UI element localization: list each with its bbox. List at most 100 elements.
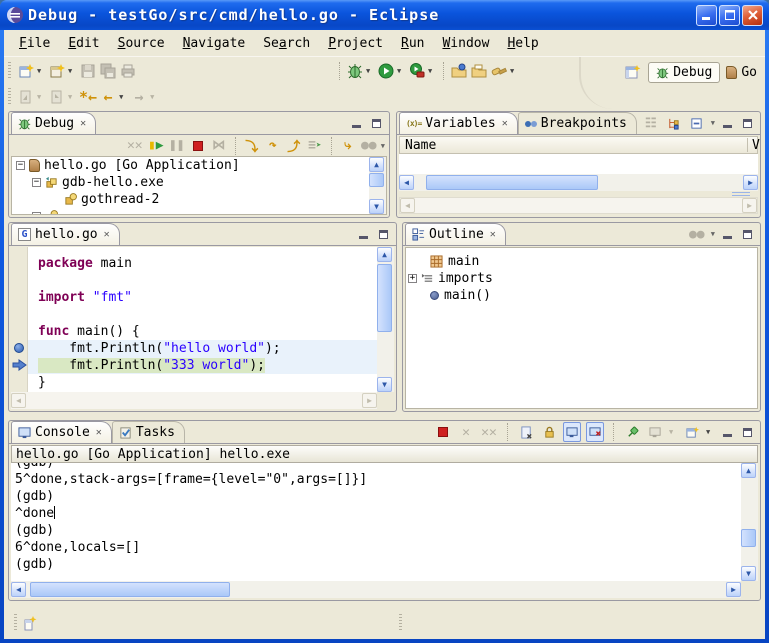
scroll-thumb[interactable] [741,529,756,547]
save-all-button[interactable] [99,61,117,81]
fast-view-launch-icon[interactable] [21,613,39,633]
menu-item-help[interactable]: Help [498,33,547,54]
tree-row-process[interactable]: − gdb-hello.exe [12,174,368,191]
menu-item-source[interactable]: Source [109,33,174,54]
new-wizard-button[interactable] [17,61,35,81]
open-folder-button[interactable] [470,61,488,81]
scroll-right-icon[interactable]: ▶ [743,175,758,190]
minimize-view-button[interactable] [349,116,364,130]
pin-console-button[interactable] [623,422,641,442]
tab-console[interactable]: Console ✕ [11,421,112,443]
close-console-view-icon[interactable]: ✕ [96,427,102,438]
run-dropdown[interactable]: ▼ [397,67,406,75]
console-line[interactable]: (gdb) [11,463,741,471]
minimize-view-button[interactable] [720,425,735,439]
menu-item-window[interactable]: Window [433,33,498,54]
minimize-view-button[interactable] [356,227,371,241]
external-tools-button[interactable] [408,61,426,81]
debug-tree-vscrollbar[interactable]: ▲ ▼ [369,157,386,214]
console-line[interactable]: (gdb) [11,522,741,539]
toolbar-grip[interactable] [8,62,11,80]
menu-item-search[interactable]: Search [254,33,319,54]
outline-item-main-func[interactable]: main() [406,287,757,304]
console-line[interactable]: 5^done,stack-args=[frame={level="0",args… [11,471,741,488]
remove-all-launches-button[interactable]: ✕✕ [480,422,498,442]
run-button[interactable] [377,61,395,81]
code-line[interactable]: fmt.Println("333 world"); [28,357,377,374]
scroll-up-icon[interactable]: ▲ [369,157,384,172]
open-console-button[interactable] [683,422,701,442]
open-resource-button[interactable] [450,61,468,81]
back-button[interactable]: ← [99,87,117,107]
code-editor[interactable]: package main import "fmt" func main() { … [28,247,377,392]
collapse-expander-icon[interactable]: − [32,212,41,214]
step-return-button[interactable]: ⤴ [285,136,303,156]
suspend-button[interactable]: ❚❚ [168,136,186,156]
menu-item-file[interactable]: File [10,33,59,54]
perspective-debug-button[interactable]: Debug [648,62,720,83]
value-column-header[interactable]: V [752,138,760,153]
remove-all-terminated-button[interactable]: ✕✕ [126,136,144,156]
scroll-thumb[interactable] [377,264,392,332]
close-button[interactable] [742,5,763,26]
title-bar[interactable]: Debug - testGo/src/cmd/hello.go - Eclips… [0,0,769,30]
view-menu-chevron[interactable]: ▼ [381,142,385,150]
tab-tasks[interactable]: Tasks [112,421,185,443]
console-vscrollbar[interactable]: ▲ ▼ [741,463,758,581]
view-menu-icon[interactable]: ●● [360,136,378,156]
show-stderr-button[interactable] [586,422,604,442]
debug-dropdown[interactable]: ▼ [366,67,375,75]
scroll-thumb[interactable] [369,173,384,187]
print-button[interactable] [119,61,137,81]
new-wizard-dropdown[interactable]: ▼ [37,67,46,75]
search-dropdown[interactable]: ▼ [510,67,519,75]
drop-to-frame-button[interactable]: ≡➤ [306,136,324,156]
scroll-right-icon[interactable]: ▶ [726,582,741,597]
scroll-thumb[interactable] [30,582,230,597]
code-line[interactable] [28,306,377,323]
console-output[interactable]: (gdb)5^done,stack-args=[frame={level="0"… [11,463,741,581]
code-line[interactable] [28,272,377,289]
variables-column-header[interactable]: Name V [399,136,758,154]
show-stdout-button[interactable] [563,422,581,442]
scroll-up-icon[interactable]: ▲ [741,463,756,478]
variables-detail-hscrollbar[interactable]: ◀ ▶ [399,197,758,214]
variables-table-empty[interactable] [399,154,758,174]
tree-row-thread[interactable]: gothread-2 [12,191,368,208]
editor-hscrollbar[interactable]: ◀ ▶ [11,392,377,409]
code-line[interactable]: import "fmt" [28,289,377,306]
disconnect-button[interactable]: ⋈ [210,136,228,156]
new-go-element-dropdown[interactable]: ▼ [68,67,77,75]
scroll-down-icon[interactable]: ▼ [377,377,392,392]
last-edit-location-button[interactable]: *← [79,87,97,107]
display-selected-console-button[interactable] [646,422,664,442]
scroll-up-icon[interactable]: ▲ [377,247,392,262]
collapse-expander-icon[interactable]: − [16,161,25,170]
view-menu-chevron[interactable]: ▼ [711,230,715,238]
tab-variables[interactable]: (x)= Variables ✕ [399,112,518,134]
console-line[interactable]: ^done [11,505,741,522]
forward-button[interactable]: → [130,87,148,107]
variables-hscrollbar[interactable]: ◀ ▶ [399,174,758,191]
maximize-view-button[interactable] [369,116,384,130]
back-dropdown[interactable]: ▼ [119,93,128,101]
tab-outline[interactable]: Outline ✕ [405,223,506,245]
minimize-view-button[interactable] [720,227,735,241]
tree-row-launch[interactable]: − hello.go [Go Application] [12,157,368,174]
minimize-button[interactable] [696,5,717,26]
close-debug-view-icon[interactable]: ✕ [80,118,86,129]
terminate-console-button[interactable] [434,422,452,442]
maximize-view-button[interactable] [740,227,755,241]
minimize-view-button[interactable] [720,116,735,130]
console-line[interactable]: 6^done,locals=[] [11,539,741,556]
open-console-dropdown[interactable]: ▼ [706,428,715,436]
tab-debug[interactable]: Debug ✕ [11,112,96,134]
maximize-button[interactable] [719,5,740,26]
scroll-lock-button[interactable] [540,422,558,442]
outline-item-imports[interactable]: + imports [406,270,757,287]
use-step-filters-button[interactable]: ⤷ [339,136,357,156]
name-column-header[interactable]: Name [405,138,436,153]
breakpoint-icon[interactable] [14,343,24,353]
view-menu-chevron[interactable]: ▼ [711,119,715,127]
toolbar-grip[interactable] [8,88,11,106]
